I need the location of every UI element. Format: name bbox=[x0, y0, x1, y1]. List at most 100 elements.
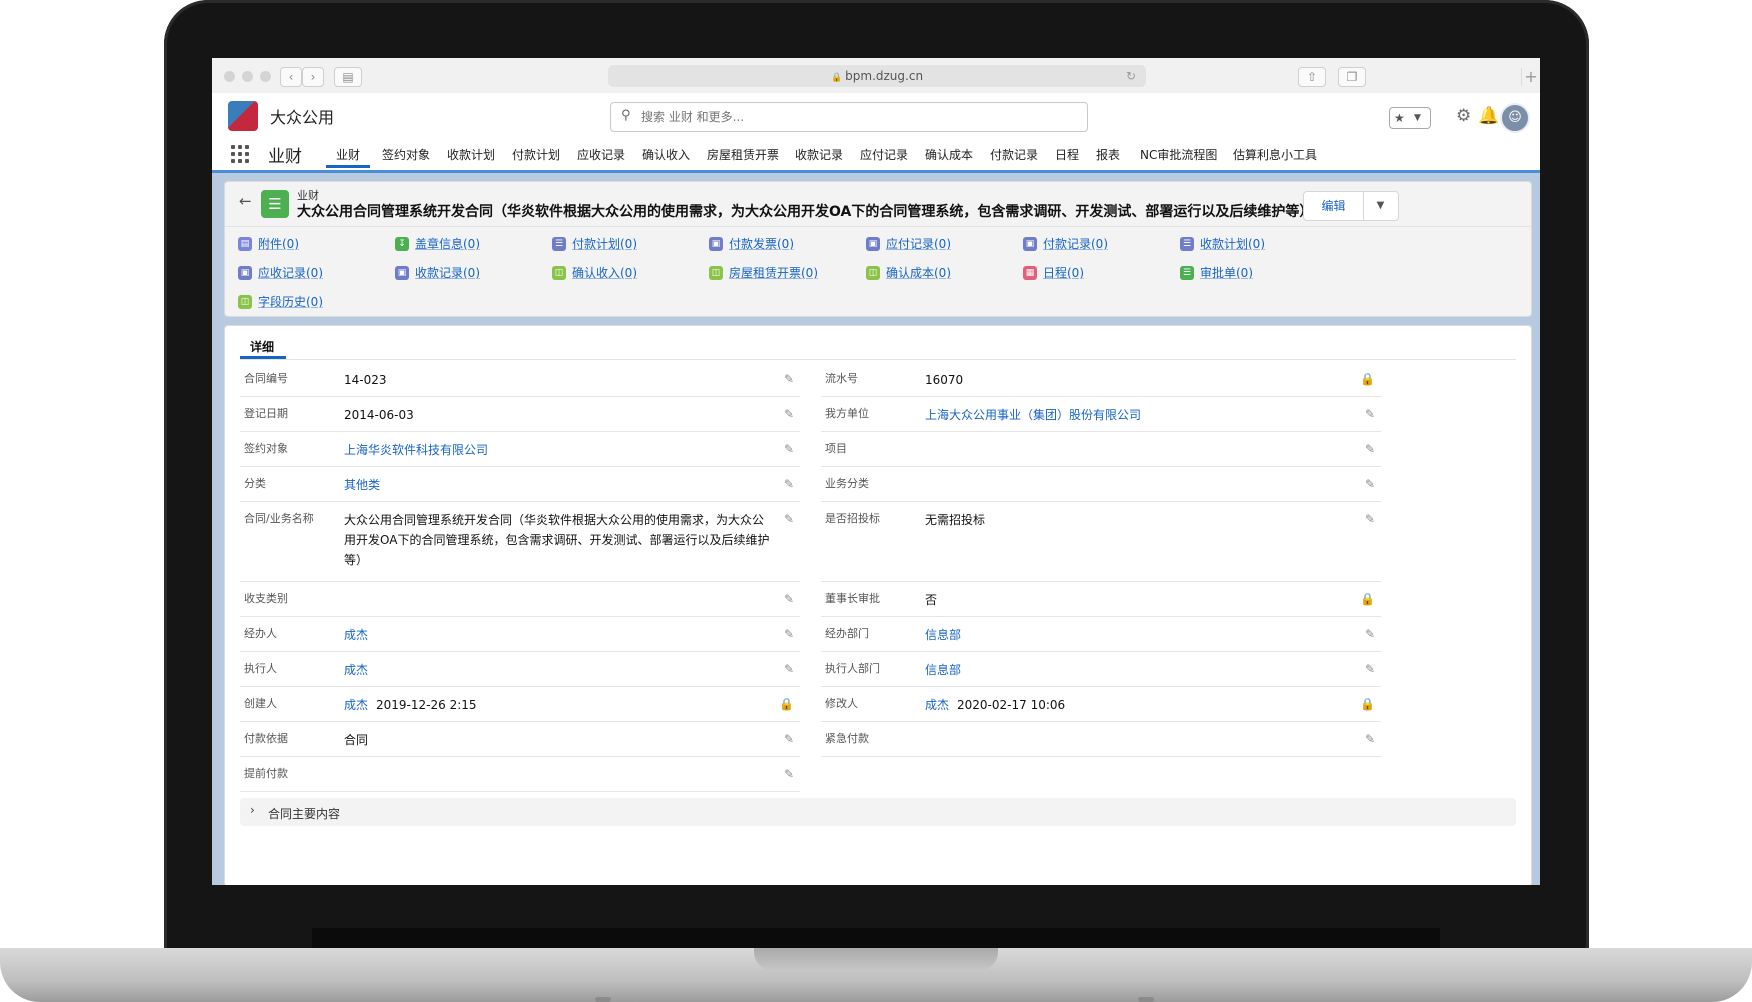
related-link-confirm-income[interactable]: ◫ 确认收入(0) bbox=[552, 264, 637, 281]
handling-department-link[interactable]: 信息部 bbox=[925, 625, 961, 645]
global-search[interactable]: ⚲ bbox=[610, 102, 1088, 132]
record-header-card: ← ☰ 业财 大众公用合同管理系统开发合同（华炎软件根据大众公用的使用需求，为大… bbox=[224, 181, 1532, 317]
active-tab-indicator bbox=[326, 165, 370, 168]
new-tab-button[interactable]: + bbox=[1521, 68, 1540, 86]
tab-receivable-record[interactable]: 应收记录 bbox=[577, 146, 625, 163]
chevron-right-icon: › bbox=[250, 803, 255, 817]
browser-back-button[interactable]: ‹ bbox=[280, 67, 302, 87]
lock-icon: 🔒 bbox=[1360, 592, 1375, 606]
executor-user-link[interactable]: 成杰 bbox=[344, 660, 368, 680]
pencil-icon[interactable]: ✎ bbox=[784, 407, 794, 421]
window-close-button[interactable] bbox=[224, 71, 235, 82]
record-icon: ▣ bbox=[238, 265, 252, 280]
favorites-button[interactable]: ★ ▼ bbox=[1389, 107, 1431, 129]
caret-down-icon[interactable]: ▼ bbox=[1414, 108, 1421, 128]
field-chairman-approval: 董事长审批 否 🔒 bbox=[821, 582, 1381, 617]
tab-detail[interactable]: 详细 bbox=[250, 338, 274, 355]
app-launcher-icon[interactable] bbox=[231, 145, 249, 163]
pencil-icon[interactable]: ✎ bbox=[784, 512, 794, 526]
category-link[interactable]: 其他类 bbox=[344, 475, 380, 495]
related-link-receipt-plan[interactable]: ☰ 收款计划(0) bbox=[1180, 235, 1265, 252]
pencil-icon[interactable]: ✎ bbox=[784, 627, 794, 641]
field-contract-party: 签约对象 上海华炎软件科技有限公司 ✎ bbox=[240, 432, 800, 467]
tab-payment-plan[interactable]: 付款计划 bbox=[512, 146, 560, 163]
our-company-link[interactable]: 上海大众公用事业（集团）股份有限公司 bbox=[925, 405, 1141, 425]
clipboard-icon: ◫ bbox=[552, 265, 566, 280]
tab-receipt-record[interactable]: 收款记录 bbox=[795, 146, 843, 163]
url-text: bpm.dzug.cn bbox=[845, 69, 924, 83]
pencil-icon[interactable]: ✎ bbox=[1365, 512, 1375, 526]
browser-forward-button[interactable]: › bbox=[302, 67, 324, 87]
creator-user-link[interactable]: 成杰 bbox=[344, 698, 368, 712]
pencil-icon[interactable]: ✎ bbox=[784, 372, 794, 386]
gear-icon[interactable]: ⚙ bbox=[1456, 106, 1471, 126]
related-link-seal-info[interactable]: ↧ 盖章信息(0) bbox=[395, 235, 480, 252]
field-modified-by: 修改人 成杰 2020-02-17 10:06 🔒 bbox=[821, 687, 1381, 722]
tab-reports[interactable]: 报表 bbox=[1096, 146, 1120, 163]
tab-receipt-plan[interactable]: 收款计划 bbox=[447, 146, 495, 163]
executor-department-link[interactable]: 信息部 bbox=[925, 660, 961, 680]
tab-schedule[interactable]: 日程 bbox=[1055, 146, 1079, 163]
related-link-confirm-cost[interactable]: ◫ 确认成本(0) bbox=[866, 264, 951, 281]
edit-button[interactable]: 编辑 bbox=[1304, 192, 1364, 220]
related-link-field-history[interactable]: ◫ 字段历史(0) bbox=[238, 293, 323, 310]
pencil-icon[interactable]: ✎ bbox=[1365, 732, 1375, 746]
lock-icon: 🔒 bbox=[1360, 372, 1375, 386]
record-icon: ▣ bbox=[1023, 236, 1037, 251]
field-executor-department: 执行人部门 信息部 ✎ bbox=[821, 652, 1381, 687]
window-minimize-button[interactable] bbox=[242, 71, 253, 82]
share-icon[interactable]: ⇧ bbox=[1298, 67, 1326, 87]
back-arrow-icon[interactable]: ← bbox=[239, 192, 252, 210]
pencil-icon[interactable]: ✎ bbox=[784, 732, 794, 746]
pencil-icon[interactable]: ✎ bbox=[1365, 477, 1375, 491]
sidebar-toggle-icon[interactable]: ▤ bbox=[334, 67, 362, 87]
tab-payment-record[interactable]: 付款记录 bbox=[990, 146, 1038, 163]
record-header: ← ☰ 业财 大众公用合同管理系统开发合同（华炎软件根据大众公用的使用需求，为大… bbox=[225, 182, 1531, 227]
field-bidding: 是否招投标 无需招投标 ✎ bbox=[821, 502, 1381, 582]
contract-party-link[interactable]: 上海华炎软件科技有限公司 bbox=[344, 440, 488, 460]
window-zoom-button[interactable] bbox=[260, 71, 271, 82]
related-link-payment-invoice[interactable]: ▣ 付款发票(0) bbox=[709, 235, 794, 252]
section-contract-main-content[interactable]: › 合同主要内容 bbox=[240, 798, 1516, 826]
more-actions-caret-icon[interactable]: ▼ bbox=[1364, 192, 1397, 220]
tab-interest-estimator[interactable]: 估算利息小工具 bbox=[1233, 146, 1317, 163]
related-link-attachments[interactable]: ▤ 附件(0) bbox=[238, 235, 299, 252]
record-icon: ▣ bbox=[866, 236, 880, 251]
address-bar[interactable]: 🔒 bpm.dzug.cn ↻ bbox=[608, 65, 1146, 87]
tab-confirm-cost[interactable]: 确认成本 bbox=[925, 146, 973, 163]
modifier-user-link[interactable]: 成杰 bbox=[925, 698, 949, 712]
pencil-icon[interactable]: ✎ bbox=[1365, 662, 1375, 676]
tab-payable-record[interactable]: 应付记录 bbox=[860, 146, 908, 163]
tabs-overview-icon[interactable]: ❐ bbox=[1338, 67, 1366, 87]
pencil-icon[interactable]: ✎ bbox=[784, 767, 794, 781]
tab-rental-invoice[interactable]: 房屋租赁开票 bbox=[707, 146, 779, 163]
reload-icon[interactable]: ↻ bbox=[1126, 65, 1136, 87]
related-link-receipt-record[interactable]: ▣ 收款记录(0) bbox=[395, 264, 480, 281]
pencil-icon[interactable]: ✎ bbox=[784, 442, 794, 456]
related-link-approval[interactable]: ☰ 审批单(0) bbox=[1180, 264, 1253, 281]
pencil-icon[interactable]: ✎ bbox=[1365, 627, 1375, 641]
pencil-icon[interactable]: ✎ bbox=[784, 662, 794, 676]
user-avatar[interactable]: ☺ bbox=[1500, 103, 1530, 133]
tab-contract-party[interactable]: 签约对象 bbox=[382, 146, 430, 163]
related-link-payable-record[interactable]: ▣ 应付记录(0) bbox=[866, 235, 951, 252]
pencil-icon[interactable]: ✎ bbox=[784, 592, 794, 606]
layers-icon: ☰ bbox=[552, 236, 566, 251]
search-input[interactable] bbox=[639, 107, 1073, 127]
related-link-payment-record[interactable]: ▣ 付款记录(0) bbox=[1023, 235, 1108, 252]
related-link-schedule[interactable]: ▦ 日程(0) bbox=[1023, 264, 1084, 281]
related-link-rental-invoice[interactable]: ◫ 房屋租赁开票(0) bbox=[709, 264, 818, 281]
divider bbox=[240, 359, 1516, 360]
tab-confirm-income[interactable]: 确认收入 bbox=[642, 146, 690, 163]
browser-toolbar: ‹ › ▤ 🔒 bpm.dzug.cn ↻ ⇧ ❐ + bbox=[212, 58, 1540, 94]
related-link-receivable-record[interactable]: ▣ 应收记录(0) bbox=[238, 264, 323, 281]
pencil-icon[interactable]: ✎ bbox=[1365, 407, 1375, 421]
document-icon: ☰ bbox=[261, 190, 289, 218]
handler-user-link[interactable]: 成杰 bbox=[344, 625, 368, 645]
related-link-payment-plan[interactable]: ☰ 付款计划(0) bbox=[552, 235, 637, 252]
pencil-icon[interactable]: ✎ bbox=[784, 477, 794, 491]
pencil-icon[interactable]: ✎ bbox=[1365, 442, 1375, 456]
tab-nc-approval-flow[interactable]: NC审批流程图 bbox=[1140, 146, 1217, 163]
tab-yecai[interactable]: 业财 bbox=[336, 146, 360, 163]
bell-icon[interactable]: 🔔 bbox=[1478, 106, 1499, 126]
